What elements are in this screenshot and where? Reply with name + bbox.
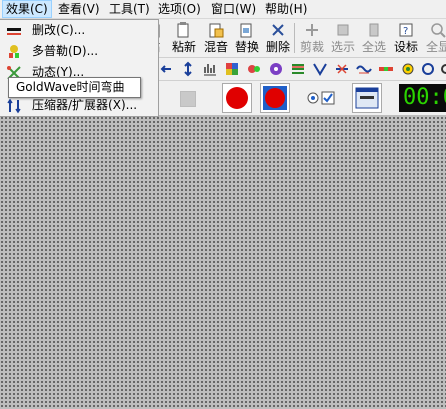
checker-icon[interactable] bbox=[224, 61, 240, 77]
toolbar-separator bbox=[294, 23, 295, 53]
stop-button[interactable] bbox=[180, 91, 196, 107]
zoom-all-icon bbox=[430, 22, 446, 38]
time-display: 00:0 bbox=[399, 84, 446, 112]
arrows-updown-icon[interactable] bbox=[180, 61, 196, 77]
paste-new-icon bbox=[176, 22, 192, 38]
delete-label: 删除 bbox=[265, 40, 290, 54]
menu-item-doppler[interactable]: 多普勒(D)... bbox=[0, 41, 158, 62]
record-selection-icon bbox=[263, 86, 287, 110]
record-button[interactable] bbox=[222, 83, 252, 113]
invert-icon[interactable] bbox=[312, 61, 328, 77]
window-icon bbox=[355, 87, 379, 109]
effects-toolbar bbox=[148, 58, 446, 81]
reverb-icon[interactable] bbox=[420, 61, 436, 77]
svg-text:?: ? bbox=[403, 26, 408, 37]
radio-check-icon bbox=[307, 91, 335, 105]
compressor-icon bbox=[7, 98, 21, 114]
effects-dropdown: 删改(C)... 多普勒(D)... 动态(Y)... 压缩器/扩展器(X)..… bbox=[0, 19, 159, 117]
set-marker-icon: ? bbox=[398, 22, 414, 38]
menu-effects[interactable]: 效果(C) bbox=[2, 0, 52, 18]
menu-item-delete-modify[interactable]: 删改(C)... bbox=[0, 20, 158, 41]
set-marker-label: 设标 bbox=[393, 40, 418, 54]
set-marker-button[interactable]: ? 设标 bbox=[392, 21, 420, 55]
replace-button[interactable]: 替换 bbox=[233, 21, 261, 55]
trim-label: 剪裁 bbox=[299, 40, 324, 54]
menu-item-compressor[interactable]: 压缩器/扩展器(X)... bbox=[0, 95, 158, 116]
paste-new-label: 粘新 bbox=[171, 40, 196, 54]
mechanize-icon[interactable] bbox=[334, 61, 350, 77]
main-toolbar: 贴 粘新 混音 替换 删除 剪裁 选示 全选 ? 设标 全显 bbox=[147, 19, 446, 58]
menu-window[interactable]: 窗口(W) bbox=[208, 1, 259, 17]
monitor-toggle[interactable] bbox=[306, 89, 342, 107]
tooltip: GoldWave时间弯曲 bbox=[8, 77, 141, 98]
flanger-icon[interactable] bbox=[268, 61, 284, 77]
replace-label: 替换 bbox=[234, 40, 259, 54]
select-all-icon bbox=[366, 22, 382, 38]
delete-icon bbox=[270, 22, 286, 38]
pan-icon[interactable] bbox=[378, 61, 394, 77]
minus-bars-icon bbox=[7, 28, 21, 35]
noise-reduction-icon[interactable] bbox=[356, 61, 372, 77]
trim-button[interactable]: 剪裁 bbox=[298, 21, 326, 55]
delete-button[interactable]: 删除 bbox=[264, 21, 292, 55]
select-all-label: 全选 bbox=[361, 40, 386, 54]
select-all-button[interactable]: 全选 bbox=[360, 21, 388, 55]
resample-icon[interactable] bbox=[438, 61, 446, 77]
doppler-icon bbox=[9, 45, 19, 58]
equalizer-icon[interactable] bbox=[290, 61, 306, 77]
bars-icon[interactable] bbox=[202, 61, 218, 77]
echo-icon[interactable] bbox=[246, 61, 262, 77]
pitch-icon[interactable] bbox=[400, 61, 416, 77]
trim-icon bbox=[304, 22, 320, 38]
record-icon bbox=[226, 87, 248, 109]
select-display-label: 选示 bbox=[330, 40, 355, 54]
menu-help[interactable]: 帮助(H) bbox=[262, 1, 310, 17]
mix-button[interactable]: 混音 bbox=[202, 21, 230, 55]
select-display-button[interactable]: 选示 bbox=[329, 21, 357, 55]
mix-icon bbox=[208, 22, 224, 38]
menu-tools[interactable]: 工具(T) bbox=[106, 1, 153, 17]
mix-label: 混音 bbox=[203, 40, 228, 54]
menu-bar: 效果(C) 查看(V) 工具(T) 选项(O) 窗口(W) 帮助(H) bbox=[0, 0, 446, 19]
menu-options[interactable]: 选项(O) bbox=[155, 1, 204, 17]
menu-view[interactable]: 查看(V) bbox=[55, 1, 103, 17]
record-selection-button[interactable] bbox=[260, 83, 290, 113]
show-all-button[interactable]: 全显 bbox=[424, 21, 446, 55]
paste-new-button[interactable]: 粘新 bbox=[170, 21, 198, 55]
device-controls-button[interactable] bbox=[352, 83, 382, 113]
replace-icon bbox=[239, 22, 255, 38]
show-all-label: 全显 bbox=[425, 40, 446, 54]
arrow-left-icon[interactable] bbox=[158, 61, 174, 77]
select-display-icon bbox=[335, 22, 351, 38]
